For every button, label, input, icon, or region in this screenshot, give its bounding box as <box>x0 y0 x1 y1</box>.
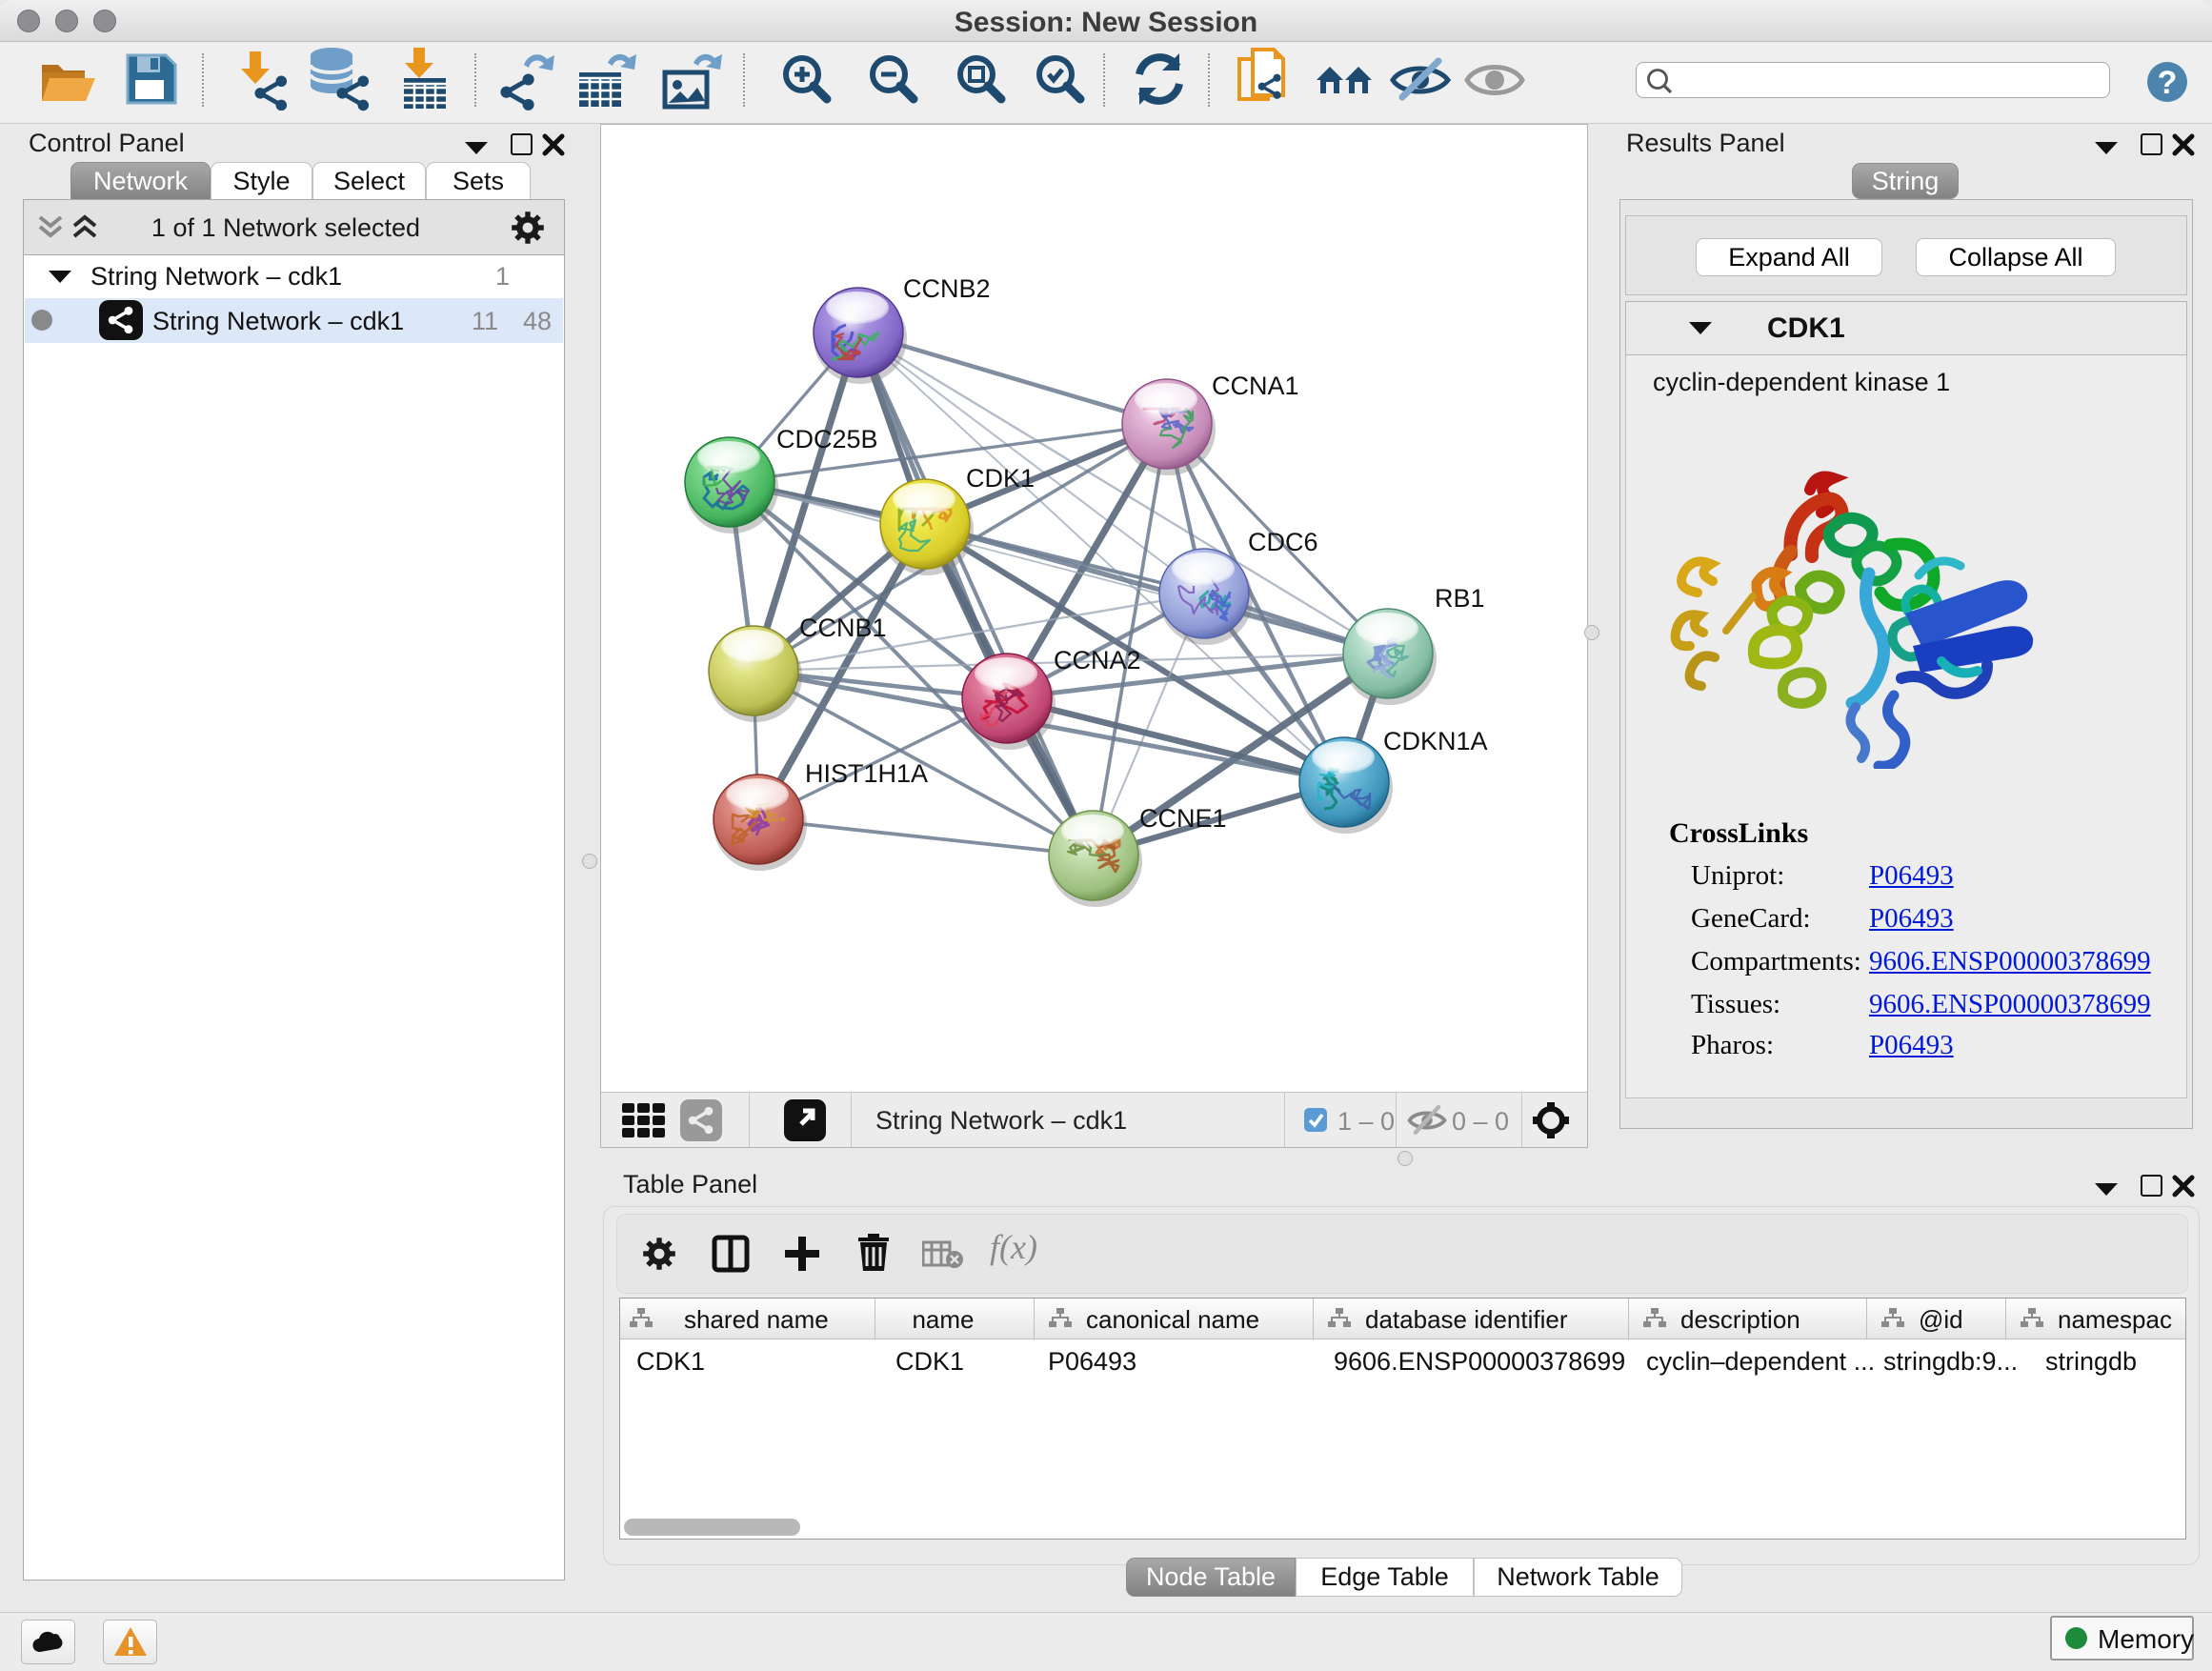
svg-text:CCNB1: CCNB1 <box>799 614 887 642</box>
svg-text:RB1: RB1 <box>1435 584 1485 613</box>
svg-text:HIST1H1A: HIST1H1A <box>805 759 928 788</box>
svg-text:CCNE1: CCNE1 <box>1139 804 1227 833</box>
svg-text:CDK1: CDK1 <box>966 464 1035 493</box>
svg-text:CDC25B: CDC25B <box>776 425 878 453</box>
svg-text:CDKN1A: CDKN1A <box>1383 727 1488 755</box>
svg-text:CCNA1: CCNA1 <box>1212 372 1299 400</box>
svg-text:CCNA2: CCNA2 <box>1054 646 1141 674</box>
svg-text:CCNB2: CCNB2 <box>903 274 991 303</box>
svg-text:CDC6: CDC6 <box>1248 528 1318 556</box>
